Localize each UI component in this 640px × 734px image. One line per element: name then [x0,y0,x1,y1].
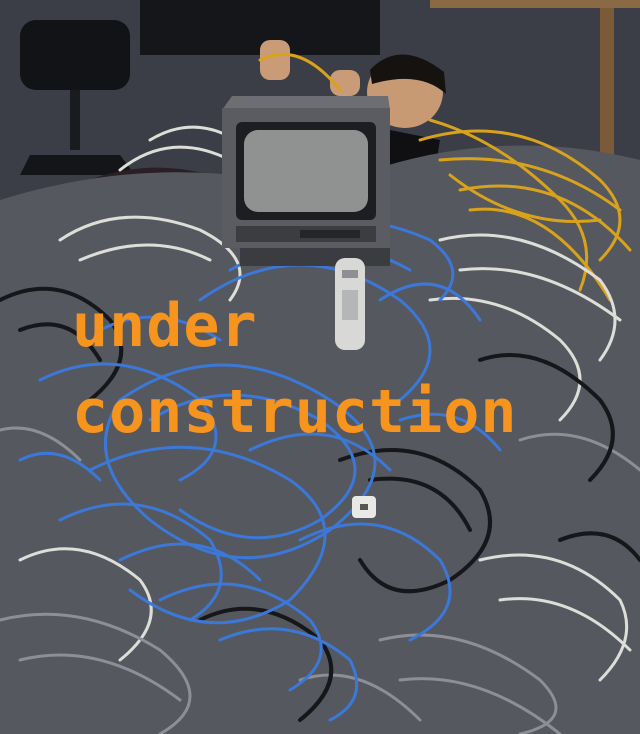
remote-control [335,258,365,350]
overlay-text-construction: construction [72,377,518,447]
monitor-base [140,0,380,55]
power-plug [352,496,376,518]
photo-scene: under construction [0,0,640,734]
cable-pile-photo [0,0,640,734]
crt-television [222,96,390,266]
overlay-text-under: under [72,291,258,361]
desk-edge [430,0,640,8]
desk-leg [600,8,614,168]
